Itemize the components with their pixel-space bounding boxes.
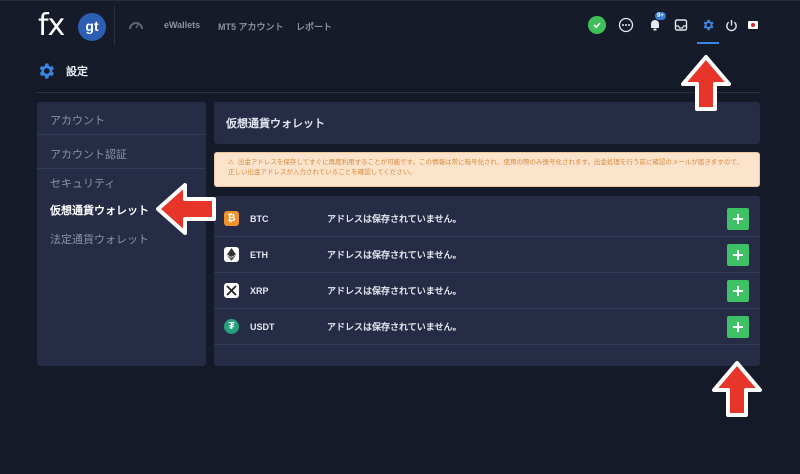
coin-name: XRP (250, 286, 269, 296)
nav-separator (114, 6, 115, 46)
address-status: アドレスは保存されていません。 (327, 250, 462, 260)
wallet-row-usdt: ₮ USDT アドレスは保存されていません。 (214, 309, 760, 345)
add-btc-address-button[interactable] (727, 208, 749, 230)
page-title: 設定 (36, 60, 88, 82)
add-xrp-address-button[interactable] (727, 280, 749, 302)
sidebar-item-account[interactable]: アカウント (37, 105, 206, 135)
annotation-arrow-up-add (712, 361, 762, 417)
tether-icon: ₮ (224, 319, 239, 334)
logo-gt: gt (78, 13, 106, 41)
page-title-text: 設定 (66, 66, 88, 78)
settings-gear-icon (39, 63, 54, 79)
wallet-row-xrp: XRP アドレスは保存されていません。 (214, 273, 760, 309)
inbox-icon[interactable] (672, 16, 690, 34)
notification-badge: 9+ (655, 12, 666, 20)
nav-mt5-accounts[interactable]: MT5 アカウント (218, 20, 284, 33)
wallet-list: ₿ BTC アドレスは保存されていません。 ETH アドレスは保存されていません… (214, 196, 760, 366)
top-divider (0, 0, 800, 1)
power-icon[interactable] (722, 16, 740, 34)
plus-icon (733, 286, 743, 296)
nav-ewallets[interactable]: eWallets (164, 20, 200, 30)
info-alert: ⚠ 出金アドレスを保存してすぐに再度利用することが可能です。この情報は常に暗号化さ… (214, 152, 760, 187)
active-tab-indicator (697, 42, 719, 44)
wallet-row-eth: ETH アドレスは保存されていません。 (214, 237, 760, 273)
top-bar: fx gt eWallets MT5 アカウント レポート 9+ (0, 0, 800, 52)
add-eth-address-button[interactable] (727, 244, 749, 266)
bitcoin-icon: ₿ (224, 211, 239, 226)
plus-icon (733, 214, 743, 224)
plus-icon (733, 322, 743, 332)
xrp-icon (224, 283, 239, 298)
annotation-arrow-left-sidebar (156, 183, 216, 235)
verified-check-icon[interactable] (588, 16, 606, 34)
wallet-row-btc: ₿ BTC アドレスは保存されていません。 (214, 201, 760, 237)
nav-report[interactable]: レポート (296, 20, 332, 33)
coin-name: BTC (250, 214, 269, 224)
add-usdt-address-button[interactable] (727, 316, 749, 338)
gauge-icon[interactable] (128, 17, 144, 33)
annotation-arrow-up-gear (681, 55, 731, 111)
address-status: アドレスは保存されていません。 (327, 286, 462, 296)
title-divider (36, 92, 760, 93)
japan-flag-icon[interactable] (748, 21, 758, 29)
fxgt-logo[interactable]: fx gt (38, 9, 106, 43)
chat-icon[interactable] (617, 16, 635, 34)
warning-icon: ⚠ (228, 159, 234, 166)
bell-icon[interactable]: 9+ (646, 12, 666, 34)
coin-name: ETH (250, 250, 268, 260)
plus-icon (733, 250, 743, 260)
coin-name: USDT (250, 322, 275, 332)
logo-fx: fx (38, 8, 65, 43)
address-status: アドレスは保存されていません。 (327, 322, 462, 332)
panel-header: 仮想通貨ウォレット (214, 102, 760, 144)
address-status: アドレスは保存されていません。 (327, 214, 462, 224)
gear-icon[interactable] (699, 16, 717, 34)
alert-text: 出金アドレスを保存してすぐに再度利用することが可能です。この情報は常に暗号化され… (228, 159, 744, 176)
ethereum-icon (224, 247, 239, 262)
sidebar-item-account-verification[interactable]: アカウント認証 (37, 139, 206, 169)
